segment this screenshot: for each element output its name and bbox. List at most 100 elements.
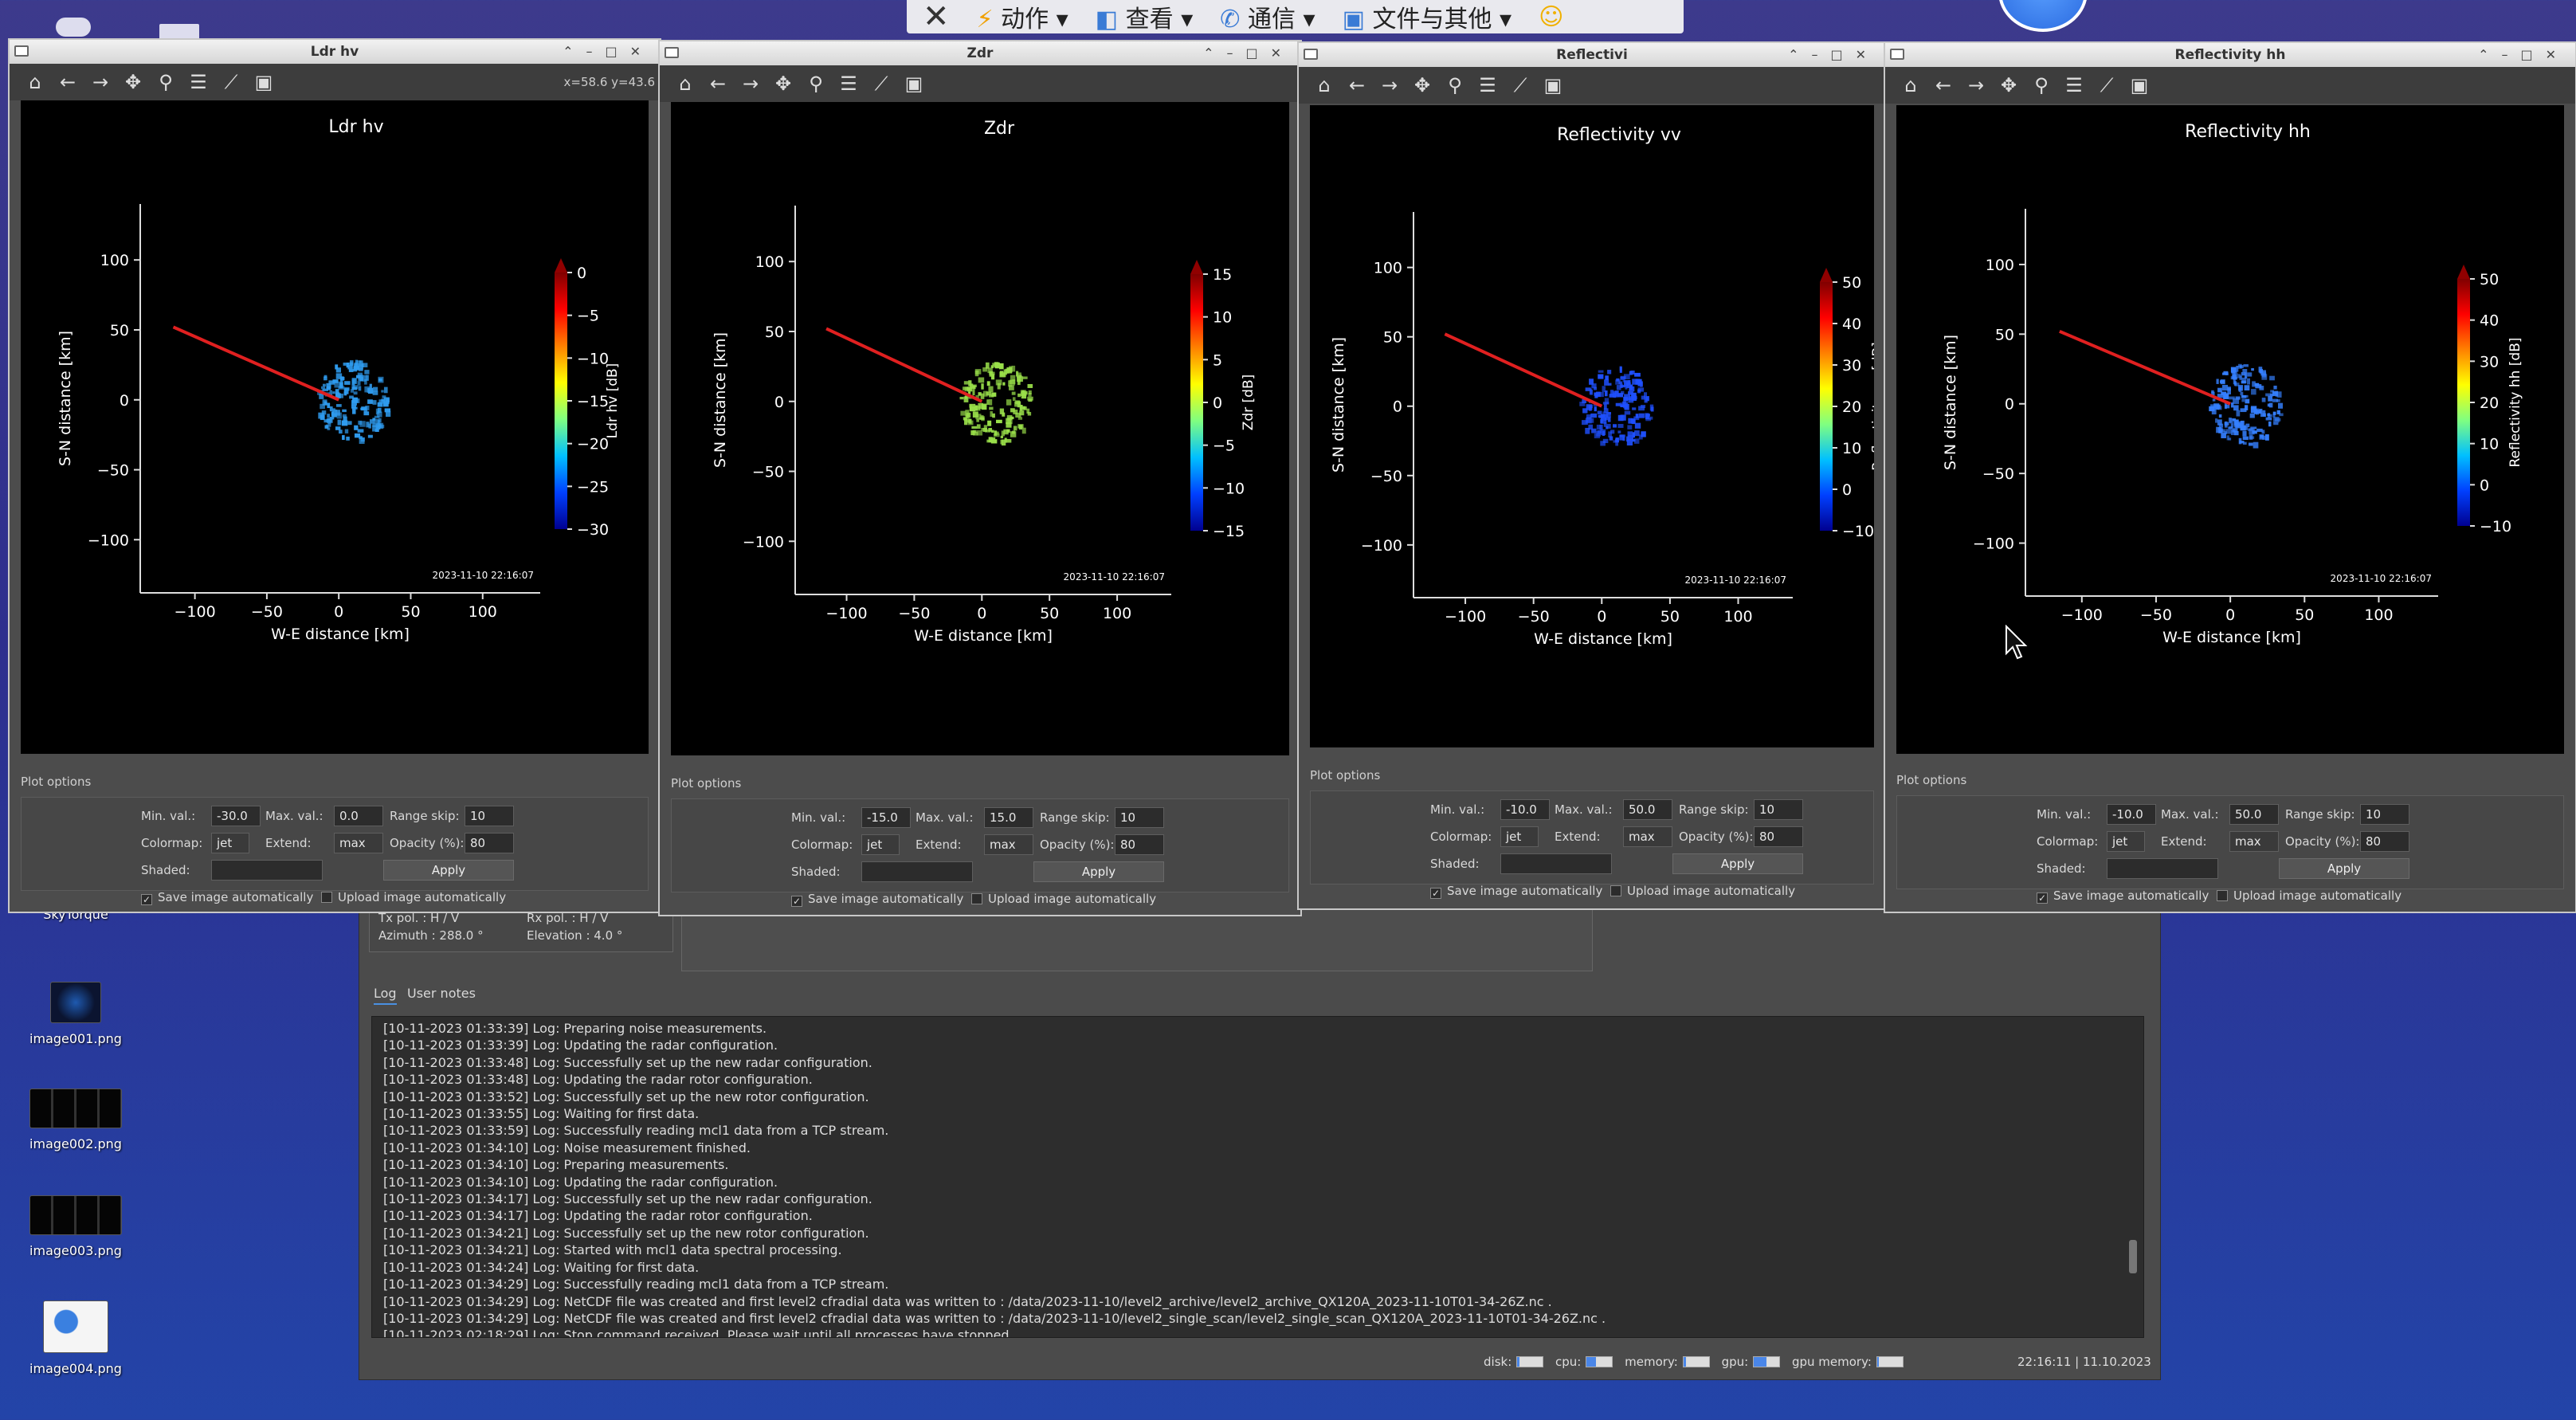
- min-val-input[interactable]: -30.0: [211, 806, 261, 826]
- opacity-input[interactable]: 80: [1115, 834, 1164, 855]
- window-menu-icon[interactable]: [14, 45, 29, 57]
- save-image-checkbox[interactable]: ✓ Save image automatically: [1430, 884, 1602, 899]
- minimize-icon[interactable]: –: [1226, 45, 1245, 61]
- forward-icon[interactable]: →: [1962, 71, 1990, 100]
- range-skip-input[interactable]: 10: [1754, 799, 1803, 820]
- window-menu-icon[interactable]: [1890, 49, 1904, 60]
- max-val-input[interactable]: 0.0: [334, 806, 383, 826]
- shaded-input[interactable]: [2107, 858, 2218, 879]
- upload-image-checkbox[interactable]: Upload image automatically: [971, 892, 1156, 906]
- smiley-icon[interactable]: ☺: [1539, 3, 1563, 31]
- colormap-select[interactable]: jet: [211, 833, 249, 853]
- max-val-input[interactable]: 50.0: [2229, 804, 2279, 825]
- chevron-up-icon[interactable]: ⌃: [1203, 45, 1226, 61]
- save-image-checkbox[interactable]: ✓ Save image automatically: [141, 890, 313, 905]
- home-icon[interactable]: ⌂: [21, 68, 49, 96]
- home-icon[interactable]: ⌂: [1310, 71, 1339, 100]
- checkbox-box[interactable]: [1610, 885, 1621, 896]
- blue-circle-icon[interactable]: [1998, 0, 2088, 32]
- edit-axes-icon[interactable]: ⟋: [217, 68, 245, 96]
- desktop-doc-icon[interactable]: [159, 24, 199, 40]
- upload-image-checkbox[interactable]: Upload image automatically: [2217, 888, 2402, 903]
- home-icon[interactable]: ⌂: [1896, 71, 1925, 100]
- desktop-icon-image002[interactable]: image002.png: [16, 1089, 135, 1151]
- shaded-input[interactable]: [1500, 853, 1612, 874]
- files-menu[interactable]: ▣ 文件与其他 ▾: [1343, 0, 1512, 33]
- zoom-icon[interactable]: ⚲: [2027, 71, 2056, 100]
- apply-button[interactable]: Apply: [1033, 861, 1164, 882]
- desktop-icon-image004[interactable]: image004.png: [16, 1300, 135, 1376]
- view-menu[interactable]: ◧ 查看 ▾: [1096, 0, 1194, 33]
- colormap-select[interactable]: jet: [861, 834, 900, 855]
- save-icon[interactable]: ▣: [1539, 71, 1567, 100]
- pan-icon[interactable]: ✥: [1994, 71, 2023, 100]
- extend-select[interactable]: max: [2229, 831, 2279, 852]
- save-image-checkbox[interactable]: ✓ Save image automatically: [2037, 888, 2209, 904]
- edit-axes-icon[interactable]: ⟋: [2092, 71, 2121, 100]
- upload-image-checkbox[interactable]: Upload image automatically: [321, 890, 506, 904]
- edit-axes-icon[interactable]: ⟋: [1506, 71, 1535, 100]
- close-icon[interactable]: ✕: [2546, 47, 2569, 62]
- back-icon[interactable]: ←: [1343, 71, 1371, 100]
- back-icon[interactable]: ←: [1929, 71, 1958, 100]
- apply-button[interactable]: Apply: [2279, 858, 2409, 879]
- extend-select[interactable]: max: [1623, 826, 1672, 847]
- window-menu-icon[interactable]: [665, 47, 679, 58]
- opacity-input[interactable]: 80: [465, 833, 514, 853]
- zoom-icon[interactable]: ⚲: [151, 68, 180, 96]
- shaded-input[interactable]: [861, 861, 973, 882]
- configure-icon[interactable]: ☰: [184, 68, 213, 96]
- save-image-checkbox[interactable]: ✓ Save image automatically: [791, 892, 963, 907]
- checkbox-box[interactable]: ✓: [791, 896, 802, 907]
- checkbox-box[interactable]: [321, 892, 332, 903]
- comm-menu[interactable]: ✆ 通信 ▾: [1220, 0, 1315, 33]
- desktop-icon-image003[interactable]: image003.png: [16, 1195, 135, 1258]
- zoom-icon[interactable]: ⚲: [802, 69, 830, 98]
- configure-icon[interactable]: ☰: [834, 69, 863, 98]
- range-skip-input[interactable]: 10: [1115, 807, 1164, 828]
- maximize-icon[interactable]: □: [605, 44, 629, 59]
- close-icon[interactable]: ✕: [923, 0, 950, 33]
- window-menu-icon[interactable]: [1304, 49, 1318, 60]
- log-scrollbar[interactable]: [2129, 1240, 2137, 1273]
- close-icon[interactable]: ✕: [630, 44, 653, 59]
- back-icon[interactable]: ←: [704, 69, 732, 98]
- min-val-input[interactable]: -10.0: [1500, 799, 1550, 820]
- configure-icon[interactable]: ☰: [1473, 71, 1502, 100]
- chevron-up-icon[interactable]: ⌃: [563, 44, 586, 59]
- chevron-up-icon[interactable]: ⌃: [2478, 47, 2501, 62]
- pan-icon[interactable]: ✥: [1408, 71, 1437, 100]
- save-icon[interactable]: ▣: [2125, 71, 2154, 100]
- forward-icon[interactable]: →: [736, 69, 765, 98]
- back-icon[interactable]: ←: [53, 68, 82, 96]
- extend-select[interactable]: max: [984, 834, 1033, 855]
- checkbox-box[interactable]: [971, 893, 982, 904]
- max-val-input[interactable]: 15.0: [984, 807, 1033, 828]
- checkbox-box[interactable]: [2217, 890, 2228, 901]
- opacity-input[interactable]: 80: [1754, 826, 1803, 847]
- pan-icon[interactable]: ✥: [119, 68, 147, 96]
- checkbox-box[interactable]: ✓: [141, 894, 152, 905]
- save-icon[interactable]: ▣: [900, 69, 928, 98]
- chevron-up-icon[interactable]: ⌃: [1788, 47, 1811, 62]
- apply-button[interactable]: Apply: [383, 860, 514, 881]
- extend-select[interactable]: max: [334, 833, 383, 853]
- checkbox-box[interactable]: ✓: [1430, 888, 1441, 899]
- minimize-icon[interactable]: –: [586, 44, 605, 59]
- shaded-input[interactable]: [211, 860, 323, 881]
- maximize-icon[interactable]: □: [2520, 47, 2545, 62]
- tab-user-notes[interactable]: User notes: [407, 986, 476, 1001]
- apply-button[interactable]: Apply: [1672, 853, 1803, 874]
- colormap-select[interactable]: jet: [2107, 831, 2145, 852]
- max-val-input[interactable]: 50.0: [1623, 799, 1672, 820]
- close-icon[interactable]: ✕: [1271, 45, 1294, 61]
- tab-log[interactable]: Log: [374, 986, 397, 1005]
- range-skip-input[interactable]: 10: [2360, 804, 2409, 825]
- forward-icon[interactable]: →: [86, 68, 115, 96]
- upload-image-checkbox[interactable]: Upload image automatically: [1610, 884, 1795, 898]
- forward-icon[interactable]: →: [1375, 71, 1404, 100]
- range-skip-input[interactable]: 10: [465, 806, 514, 826]
- min-val-input[interactable]: -15.0: [861, 807, 911, 828]
- log-output[interactable]: [10-11-2023 01:33:39] Log: Preparing noi…: [371, 1016, 2144, 1338]
- save-icon[interactable]: ▣: [249, 68, 278, 96]
